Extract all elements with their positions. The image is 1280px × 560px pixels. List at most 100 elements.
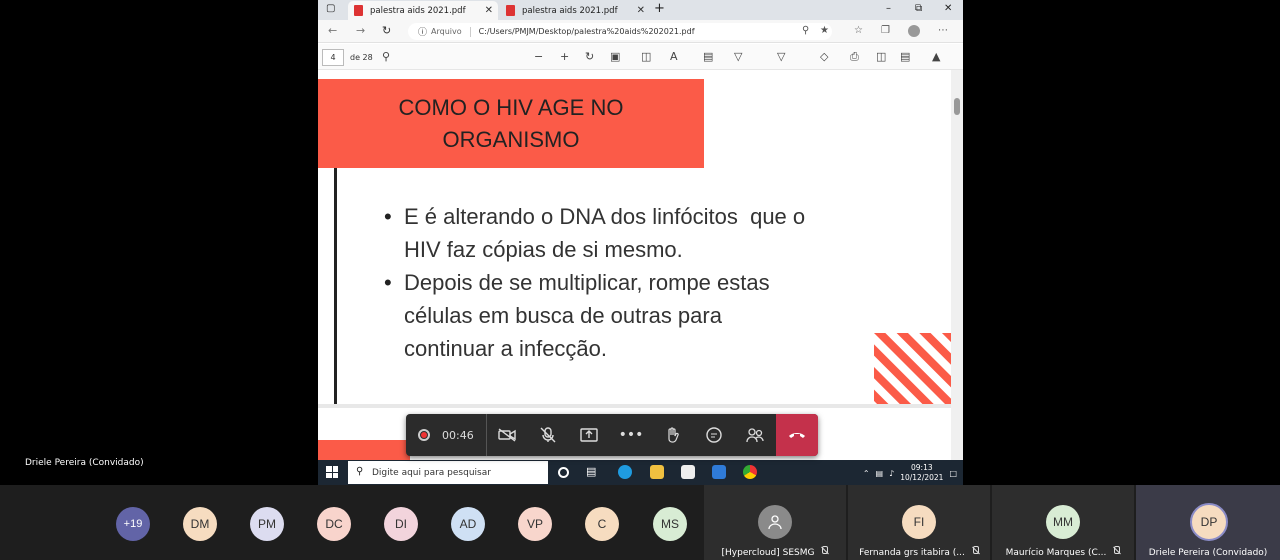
store-icon[interactable] xyxy=(681,465,695,479)
collections-icon[interactable]: ❐ xyxy=(881,25,890,36)
mail-icon[interactable] xyxy=(712,465,726,479)
participant-avatar[interactable]: VP xyxy=(518,507,552,541)
close-icon[interactable]: ✕ xyxy=(637,5,645,16)
read-aloud-icon[interactable]: A xyxy=(670,50,678,63)
participant-tile-self[interactable]: DP Driele Pereira (Convidado) xyxy=(1136,485,1280,560)
more-options-icon[interactable]: ••• xyxy=(619,423,644,447)
tab-pdf-2[interactable]: palestra aids 2021.pdf ✕ xyxy=(500,1,650,20)
participant-avatar[interactable]: PM xyxy=(250,507,284,541)
mic-off-icon xyxy=(820,546,829,555)
highlight-icon[interactable]: ▽ xyxy=(777,50,785,63)
url-field[interactable]: ⓘ Arquivo C:/Users/PMJM/Desktop/palestra… xyxy=(408,23,832,40)
restore-icon[interactable]: ⧉ xyxy=(915,3,922,14)
participant-avatar: MM xyxy=(1046,505,1080,539)
pin-icon[interactable]: ▲ xyxy=(932,50,940,63)
hang-up-button[interactable] xyxy=(776,414,818,456)
task-view-icon[interactable]: ▤ xyxy=(586,465,600,479)
slide-divider xyxy=(334,168,337,404)
address-bar: ← → ↻ ⓘ Arquivo C:/Users/PMJM/Desktop/pa… xyxy=(318,20,963,43)
participant-avatar[interactable]: C xyxy=(585,507,619,541)
tab-label: palestra aids 2021.pdf xyxy=(522,5,618,16)
text-icon[interactable]: ▤ xyxy=(703,50,713,63)
network-icon[interactable]: ▤ xyxy=(876,469,884,478)
participants-icon[interactable] xyxy=(743,423,767,447)
participant-tile[interactable]: FI Fernanda grs itabira (... xyxy=(848,485,990,560)
presenter-label: Driele Pereira (Convidado) xyxy=(25,458,144,468)
pdf-icon xyxy=(354,5,363,16)
participant-name: Driele Pereira (Convidado) xyxy=(1148,548,1268,558)
chat-icon[interactable] xyxy=(702,423,726,447)
windows-start-icon[interactable] xyxy=(326,466,338,478)
clock-time: 09:13 xyxy=(911,463,933,472)
participant-name-text: [Hypercloud] SESMG xyxy=(721,548,815,558)
taskbar-clock[interactable]: 09:13 10/12/2021 xyxy=(900,463,943,483)
profile-icon[interactable] xyxy=(908,25,920,37)
participant-avatar[interactable]: DI xyxy=(384,507,418,541)
slide-title-banner: COMO O HIV AGE NO ORGANISMO xyxy=(318,79,704,168)
phone-hangup-icon xyxy=(789,433,805,438)
participant-name: [Hypercloud] SESMG xyxy=(704,546,846,558)
zoom-icon[interactable]: ⚲ xyxy=(802,25,809,36)
participant-avatar[interactable]: DC xyxy=(317,507,351,541)
taskbar-search-field[interactable]: ⚲ Digite aqui para pesquisar xyxy=(348,461,548,484)
participant-avatar[interactable]: MS xyxy=(653,507,687,541)
file-explorer-icon[interactable] xyxy=(650,465,664,479)
cortana-icon[interactable] xyxy=(558,467,569,478)
refresh-icon[interactable]: ↻ xyxy=(382,24,391,37)
scrollbar-thumb[interactable] xyxy=(954,98,960,115)
page-number-input[interactable]: 4 xyxy=(322,49,344,66)
save-icon[interactable]: ◫ xyxy=(876,50,886,63)
camera-off-icon[interactable] xyxy=(495,423,519,447)
notifications-icon[interactable]: □ xyxy=(949,469,957,478)
print-icon[interactable]: ⎙ xyxy=(850,50,859,64)
clock-date: 10/12/2021 xyxy=(900,473,944,482)
participant-tile[interactable]: [Hypercloud] SESMG xyxy=(704,485,846,560)
pdf-scrollbar[interactable] xyxy=(951,70,963,460)
zoom-out-icon[interactable]: − xyxy=(534,50,543,63)
more-icon[interactable]: ⋯ xyxy=(938,25,948,36)
erase-icon[interactable]: ◇ xyxy=(820,50,828,63)
stripes-decoration xyxy=(874,333,951,404)
page-view-icon[interactable]: ◫ xyxy=(641,50,651,63)
pdf-viewport[interactable]: COMO O HIV AGE NO ORGANISMO E é alterand… xyxy=(318,70,951,460)
forward-icon[interactable]: → xyxy=(356,24,365,37)
volume-icon[interactable]: ♪ xyxy=(889,469,894,478)
participant-name: Maurício Marques (C... xyxy=(992,546,1134,558)
new-tab-button[interactable]: + xyxy=(654,1,665,16)
raise-hand-icon[interactable] xyxy=(660,423,684,447)
windows-taskbar: ⚲ Digite aqui para pesquisar ▤ ⌃ ▤ ♪ 09:… xyxy=(318,460,963,485)
read-aloud-icon[interactable]: ★ xyxy=(820,25,829,36)
slide-page: COMO O HIV AGE NO ORGANISMO E é alterand… xyxy=(318,70,951,404)
mic-off-icon[interactable] xyxy=(536,423,560,447)
meeting-window: ▢ palestra aids 2021.pdf ✕ palestra aids… xyxy=(0,0,1280,560)
rotate-icon[interactable]: ↻ xyxy=(585,50,594,63)
back-icon[interactable]: ← xyxy=(328,24,337,37)
close-window-icon[interactable]: ✕ xyxy=(944,3,952,14)
tab-pdf-1[interactable]: palestra aids 2021.pdf ✕ xyxy=(348,1,498,20)
chevron-up-icon[interactable]: ⌃ xyxy=(863,469,870,478)
zoom-in-icon[interactable]: + xyxy=(560,50,569,63)
participant-avatar[interactable]: AD xyxy=(451,507,485,541)
chrome-icon[interactable] xyxy=(743,465,757,479)
participant-avatar[interactable]: DM xyxy=(183,507,217,541)
save-as-icon[interactable]: ▤ xyxy=(900,50,910,63)
more-participants-button[interactable]: +19 xyxy=(116,507,150,541)
favorites-icon[interactable]: ☆ xyxy=(854,25,863,36)
tab-actions-icon[interactable]: ▢ xyxy=(326,3,335,14)
search-icon[interactable]: ⚲ xyxy=(382,50,390,63)
shared-screen: ▢ palestra aids 2021.pdf ✕ palestra aids… xyxy=(318,0,963,485)
close-icon[interactable]: ✕ xyxy=(485,5,493,16)
divider xyxy=(469,26,471,37)
fit-page-icon[interactable]: ▣ xyxy=(610,50,620,63)
meeting-controls: 00:46 ••• xyxy=(406,414,818,456)
participant-tile[interactable]: MM Maurício Marques (C... xyxy=(992,485,1134,560)
minimize-icon[interactable]: – xyxy=(886,3,891,14)
recording-icon xyxy=(418,429,430,441)
edge-icon[interactable] xyxy=(618,465,632,479)
pdf-icon xyxy=(506,5,515,16)
site-label: Arquivo xyxy=(431,27,462,36)
pdf-toolbar: 4 de 28 ⚲ − + ↻ ▣ ◫ A ▤ ▽ ▽ ◇ ⎙ ◫ ▤ ▲ xyxy=(318,44,963,70)
share-screen-icon[interactable] xyxy=(577,423,601,447)
search-icon: ⚲ xyxy=(356,466,364,477)
draw-icon[interactable]: ▽ xyxy=(734,50,742,63)
